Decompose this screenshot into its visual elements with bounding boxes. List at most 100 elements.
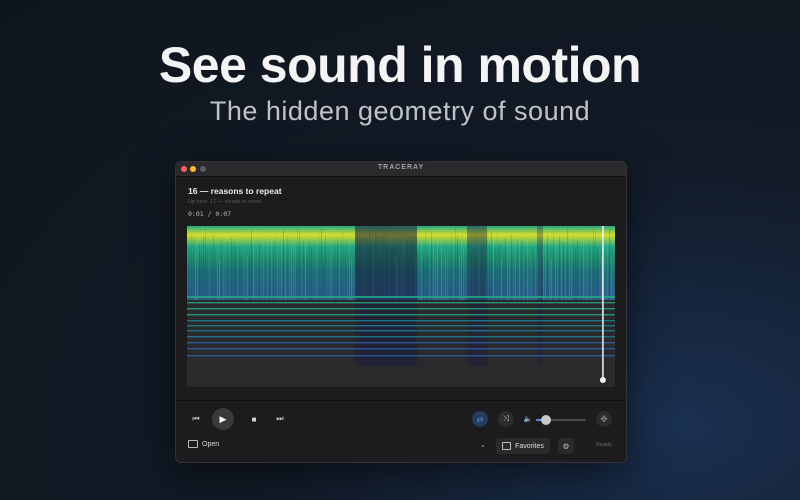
spectrogram-streak xyxy=(421,232,422,300)
spectrogram-harmonic-line xyxy=(187,320,615,322)
spectrogram-streak xyxy=(439,251,440,300)
spectrogram-streak xyxy=(249,255,250,300)
spectrogram-streak xyxy=(573,230,574,300)
spectrogram-streak xyxy=(329,257,330,300)
spectrogram-streak xyxy=(565,236,566,300)
repeat-button[interactable]: ⇄ xyxy=(472,411,488,427)
play-button[interactable]: ▶ xyxy=(212,408,234,430)
spectrogram-streak xyxy=(213,235,214,300)
spectrogram-streak xyxy=(271,236,272,300)
spectrogram-harmonic-line xyxy=(187,296,615,298)
spectrogram-streak xyxy=(307,254,308,300)
spectrogram-streak xyxy=(597,246,598,300)
spectrogram-streak xyxy=(557,233,558,300)
speaker-icon: 🔈 xyxy=(523,416,533,423)
spectrogram-streak xyxy=(455,227,456,300)
spectrogram-streak xyxy=(435,254,436,300)
spectrogram-streak xyxy=(273,252,274,300)
favorites-button[interactable]: Favorites xyxy=(496,438,550,454)
spectrogram-streak xyxy=(457,235,458,300)
spectrogram-streak xyxy=(517,239,518,300)
spectrogram-streak xyxy=(523,254,524,300)
spectrogram-streak xyxy=(601,256,602,300)
spectrogram-streak xyxy=(585,239,586,300)
stop-icon: ■ xyxy=(251,414,257,424)
spectrogram-streak xyxy=(209,254,210,300)
window-title: TRACERAY xyxy=(377,164,425,171)
open-button[interactable]: Open xyxy=(188,440,219,448)
spectrogram-streak xyxy=(221,237,222,300)
spectrogram-streak xyxy=(261,230,262,300)
spectrogram-streak xyxy=(227,241,228,300)
spectrogram-streak xyxy=(319,233,320,300)
spectrogram-streak xyxy=(267,228,268,300)
spectrogram-streak xyxy=(331,227,332,300)
spectrogram-streak xyxy=(555,241,556,300)
previous-track-button[interactable]: ⏮ xyxy=(190,413,202,425)
move-button[interactable]: ✥ xyxy=(596,411,612,427)
spectrogram-streak xyxy=(321,229,322,300)
spectrogram-harmonic-line xyxy=(187,330,615,332)
spectrogram-streak xyxy=(323,259,324,300)
spectrogram-streak xyxy=(589,245,590,300)
spectrogram-streak xyxy=(207,248,208,300)
spectrogram-streak xyxy=(515,233,516,300)
spectrogram-streak xyxy=(341,232,342,300)
playhead-line xyxy=(602,226,604,380)
spectrogram-streak xyxy=(449,256,450,300)
spectrogram-streak xyxy=(333,253,334,300)
spectrogram-streak xyxy=(193,236,194,300)
next-track-button[interactable]: ⏭ xyxy=(274,413,286,425)
volume-slider[interactable] xyxy=(536,415,586,425)
spectrogram-streak xyxy=(583,231,584,300)
spectrogram-streak xyxy=(533,256,534,300)
up-next-label: Up next: 17 — clouds in mono xyxy=(188,199,262,205)
window-titlebar[interactable]: TRACERAY xyxy=(176,162,626,177)
shuffle-button[interactable]: ⤨ xyxy=(498,411,514,427)
spectrogram-streak xyxy=(351,257,352,300)
spectrogram-streak xyxy=(445,255,446,300)
spectrogram-streak xyxy=(497,231,498,300)
spectrogram-streak xyxy=(301,238,302,300)
spectrogram-streak xyxy=(197,236,198,300)
open-button-label: Open xyxy=(202,440,220,448)
spectrogram-streak xyxy=(447,252,448,300)
spectrogram-streak xyxy=(263,229,264,300)
spectrogram-streak xyxy=(575,249,576,300)
spectrogram-streak xyxy=(297,226,298,300)
spectrogram-streak xyxy=(259,243,260,300)
spectrogram-streak xyxy=(493,236,494,300)
spectrogram-streak xyxy=(519,240,520,300)
spectrogram-streak xyxy=(577,240,578,300)
spectrogram-streak xyxy=(335,244,336,300)
promo-subhead: The hidden geometry of sound xyxy=(209,96,591,126)
spectrogram-streak xyxy=(187,228,188,300)
spectrogram-streak xyxy=(593,229,594,300)
spectrogram-canvas[interactable] xyxy=(187,226,615,387)
spectrogram-streak xyxy=(453,236,454,300)
stop-button[interactable]: ■ xyxy=(248,413,260,425)
spectrogram-streak xyxy=(513,243,514,300)
spectrogram-streak xyxy=(571,240,572,300)
spectrogram-streak xyxy=(251,229,252,300)
spectrogram-streak xyxy=(465,257,466,300)
spectrogram-streak xyxy=(233,242,234,300)
spectrogram-streak xyxy=(419,252,420,300)
spectrogram-streak xyxy=(425,233,426,300)
spectrogram-streak xyxy=(535,244,536,300)
spectrogram-streak xyxy=(433,230,434,300)
spectrogram-streak xyxy=(315,235,316,300)
spectrogram-streak xyxy=(507,232,508,300)
volume-slider-knob[interactable] xyxy=(541,415,551,425)
spectrogram-streak xyxy=(417,252,418,300)
spectrogram-streak xyxy=(511,234,512,300)
spectrogram-streak xyxy=(451,232,452,300)
chevron-down-icon[interactable]: ⌄ xyxy=(480,441,486,449)
spectrogram-streak xyxy=(231,238,232,300)
settings-button[interactable]: ⚙ xyxy=(558,438,574,454)
playhead-handle xyxy=(599,377,606,383)
spectrogram[interactable] xyxy=(187,226,615,387)
spectrogram-streak xyxy=(211,249,212,300)
status-text: Ready xyxy=(596,442,612,448)
spectrogram-streak xyxy=(559,236,560,300)
